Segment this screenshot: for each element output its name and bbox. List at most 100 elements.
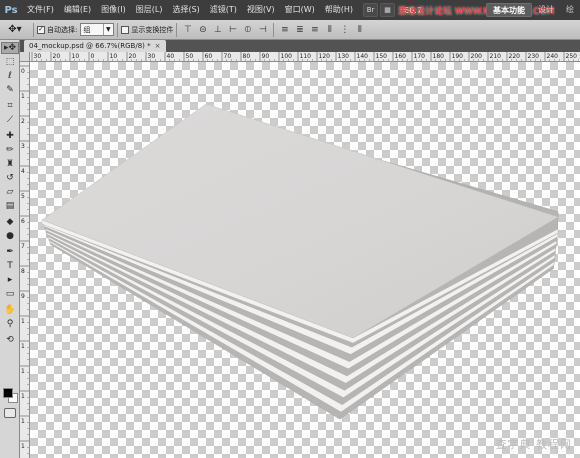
distribute-top-icon[interactable]: ≡	[278, 23, 291, 36]
ruler-label: 200	[471, 53, 483, 60]
ruler-label: 0	[91, 53, 95, 60]
menu-file[interactable]: 文件(F)	[22, 0, 59, 20]
type-tool-icon[interactable]: T	[1, 260, 19, 272]
ruler-label: 1	[21, 343, 25, 350]
ruler-label: 2	[21, 118, 25, 125]
ruler-label: 90	[262, 53, 270, 60]
ruler-label: 110	[300, 53, 312, 60]
ruler-label: 3	[21, 143, 25, 150]
distribute-bottom-icon[interactable]: ≡	[308, 23, 321, 36]
quick-select-tool-icon[interactable]: ✎	[1, 84, 19, 96]
divider	[176, 22, 178, 37]
gradient-tool-icon[interactable]: ▤	[1, 200, 19, 212]
menu-help[interactable]: 帮助(H)	[320, 0, 358, 20]
vertical-ruler[interactable]: 0 1 2 3 4 5 6 7 8 9 1 1 1 1 1 1	[20, 62, 30, 458]
distribute-vcenter-icon[interactable]: ≣	[293, 23, 306, 36]
ruler-label: 0	[21, 68, 25, 75]
horizontal-ruler[interactable]: 30 20 10 0 10 20 30 40 50 60 70 80 90 100 110 120 130 140…	[30, 52, 580, 62]
distribute-hcenter-icon[interactable]: ⋮	[338, 23, 351, 36]
ruler-label: 220	[509, 53, 521, 60]
ruler-origin[interactable]	[20, 52, 30, 62]
foreground-color-swatch[interactable]	[3, 388, 13, 398]
menu-image[interactable]: 图像(I)	[96, 0, 131, 20]
history-brush-tool-icon[interactable]: ↺	[1, 172, 19, 184]
workspace-essentials[interactable]: 基本功能	[486, 3, 532, 17]
document-tab[interactable]: 04_mockup.psd @ 66.7%(RGB/8) * ×	[24, 40, 166, 52]
ruler-label: 1	[21, 368, 25, 375]
ruler-label: 7	[21, 243, 25, 250]
ruler-label: 5	[21, 193, 25, 200]
ruler-label: 1	[21, 318, 25, 325]
crop-tool-icon[interactable]: ⌗	[1, 100, 19, 112]
eyedropper-tool-icon[interactable]: ⟋	[1, 114, 19, 126]
shape-tool-icon[interactable]: ▭	[1, 288, 19, 300]
align-right-icon[interactable]: ⊣	[256, 23, 269, 36]
path-select-tool-icon[interactable]: ▸	[1, 274, 19, 286]
ruler-label: 9	[21, 293, 25, 300]
document-tab-title: 04_mockup.psd @ 66.7%(RGB/8) *	[29, 42, 151, 50]
hand-tool-icon[interactable]: ✋	[1, 304, 19, 316]
business-card-stack	[41, 103, 559, 420]
brush-tool-icon[interactable]: ✏	[1, 144, 19, 156]
auto-select-checkbox[interactable]: ✓	[37, 25, 45, 34]
ruler-label: 130	[338, 53, 350, 60]
ruler-label: 210	[490, 53, 502, 60]
minibridge-icon[interactable]: ▦	[380, 3, 396, 17]
ruler-label: 70	[224, 53, 232, 60]
align-vcenter-icon[interactable]: ⊝	[196, 23, 209, 36]
divider	[273, 22, 275, 37]
ruler-label: 120	[319, 53, 331, 60]
ruler-label: 160	[395, 53, 407, 60]
ruler-label: 150	[376, 53, 388, 60]
ruler-label: 190	[452, 53, 464, 60]
align-top-icon[interactable]: ⊤	[181, 23, 194, 36]
divider	[33, 22, 34, 37]
ruler-label: 20	[129, 53, 137, 60]
ruler-label: 180	[433, 53, 445, 60]
ruler-label: 20	[53, 53, 61, 60]
ruler-label: 6	[21, 218, 25, 225]
workspace-painting[interactable]: 绘	[560, 3, 580, 17]
blur-tool-icon[interactable]: ◆	[1, 216, 19, 228]
zoom-tool-icon[interactable]: ⚲	[1, 318, 19, 330]
marquee-tool-icon[interactable]: ⬚	[1, 56, 19, 68]
document-tab-bar: 04_mockup.psd @ 66.7%(RGB/8) * ×	[20, 40, 580, 52]
menu-window[interactable]: 窗口(W)	[280, 0, 320, 20]
divider	[117, 22, 119, 37]
lasso-tool-icon[interactable]: ℓ	[1, 70, 19, 82]
distribute-left-icon[interactable]: ⦀	[323, 23, 336, 36]
bridge-icon[interactable]: Br	[363, 3, 379, 17]
align-hcenter-icon[interactable]: ⦶	[241, 23, 254, 36]
distribute-right-icon[interactable]: ⦀	[353, 23, 366, 36]
align-bottom-icon[interactable]: ⊥	[211, 23, 224, 36]
ruler-label: 100	[281, 53, 293, 60]
eraser-tool-icon[interactable]: ▱	[1, 186, 19, 198]
ruler-label: 80	[243, 53, 251, 60]
menu-view[interactable]: 视图(V)	[242, 0, 280, 20]
menu-bar: Ps 文件(F) 编辑(E) 图像(I) 图层(L) 选择(S) 滤镜(T) 视…	[0, 0, 580, 20]
dodge-tool-icon[interactable]: ●	[1, 230, 19, 242]
auto-select-dropdown[interactable]: 组 ▼	[80, 23, 115, 36]
clone-stamp-tool-icon[interactable]: ♜	[1, 158, 19, 170]
move-tool-preset-icon[interactable]: ✥▾	[0, 20, 30, 40]
workspace-design[interactable]: 设计	[532, 3, 560, 17]
align-left-icon[interactable]: ⊢	[226, 23, 239, 36]
menu-filter[interactable]: 滤镜(T)	[205, 0, 242, 20]
menu-select[interactable]: 选择(S)	[167, 0, 204, 20]
menu-edit[interactable]: 编辑(E)	[59, 0, 96, 20]
close-icon[interactable]: ×	[155, 42, 161, 50]
ruler-label: 10	[72, 53, 80, 60]
document-canvas[interactable]: 查字典 教程网	[30, 62, 580, 458]
tools-panel: ▸✥ ⬚ ℓ ✎ ⌗ ⟋ ✚ ✏ ♜ ↺ ▱ ▤ ◆ ● ✒ T ▸ ▭ ✋ ⚲…	[0, 40, 20, 458]
transform-controls-checkbox[interactable]	[121, 25, 130, 34]
healing-brush-tool-icon[interactable]: ✚	[1, 130, 19, 142]
horizontal-ruler-ticks: 30 20 10 0 10 20 30 40 50 60 70 80 90 100 110 120 130 140…	[31, 52, 579, 61]
menu-layer[interactable]: 图层(L)	[131, 0, 168, 20]
auto-select-value: 组	[83, 25, 91, 34]
ruler-label: 170	[414, 53, 426, 60]
rotate-view-tool-icon[interactable]: ⟲	[1, 334, 19, 346]
chevron-down-icon: ▼	[103, 24, 112, 35]
move-tool-icon[interactable]: ▸✥	[1, 42, 19, 54]
quick-mask-icon[interactable]	[4, 408, 16, 418]
pen-tool-icon[interactable]: ✒	[1, 246, 19, 258]
